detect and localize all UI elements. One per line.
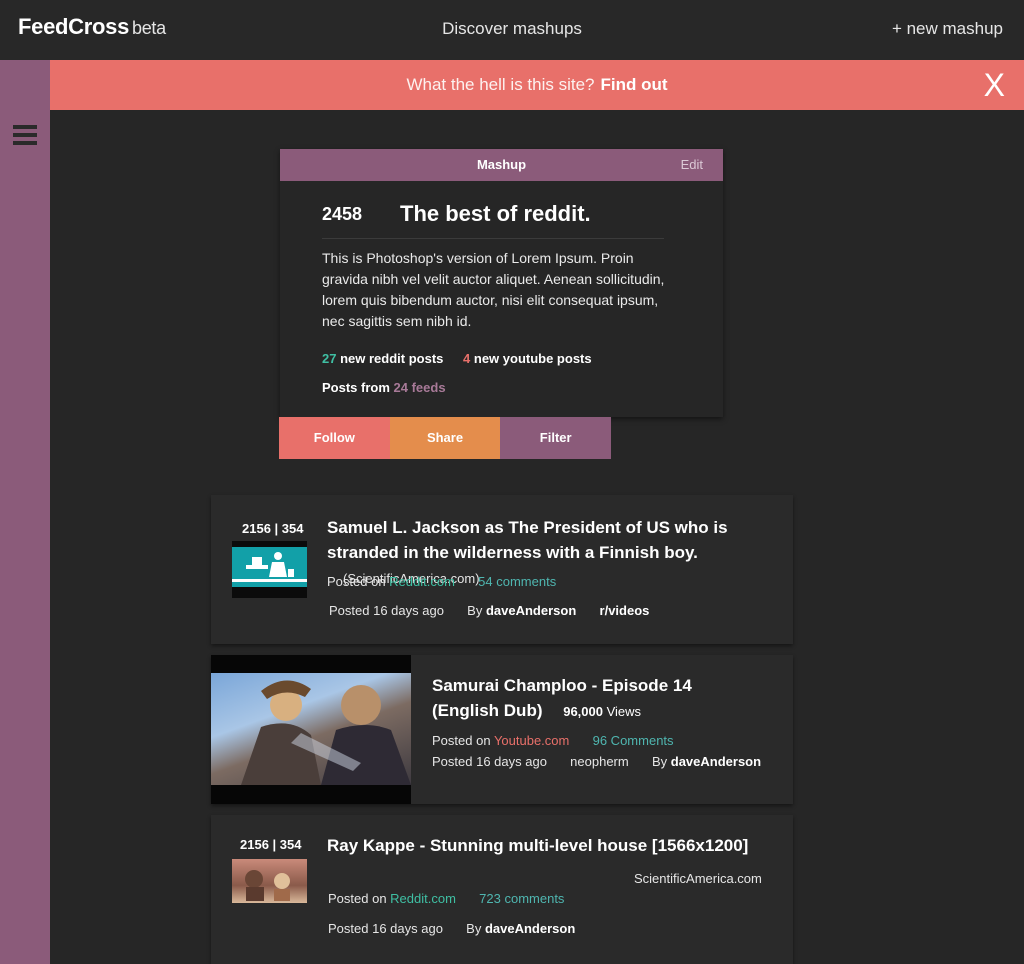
- site-link[interactable]: Reddit.com: [389, 574, 455, 589]
- by-label: By: [467, 603, 483, 618]
- mashup-actions: Follow Share Filter: [279, 417, 612, 459]
- vote-counts: 2156 | 354: [242, 521, 304, 536]
- posts-from: Posts from 24 feeds: [322, 380, 446, 395]
- posted-ago: Posted 16 days ago: [329, 603, 444, 618]
- follow-button[interactable]: Follow: [279, 417, 390, 459]
- post-thumbnail[interactable]: [232, 541, 307, 598]
- sidebar: [0, 60, 50, 964]
- mashup-score: 2458: [322, 204, 363, 224]
- close-icon[interactable]: X: [984, 60, 1005, 110]
- mashup-title-row: 2458 The best of reddit.: [322, 201, 664, 239]
- post-meta: Posted on Reddit.com 723 comments: [328, 891, 564, 906]
- vote-counts: 2156 | 354: [240, 837, 302, 852]
- post-title-line2: (English Dub): [432, 701, 543, 720]
- mashup-title: The best of reddit.: [400, 201, 591, 226]
- post-source: ScientificAmerica.com: [634, 871, 762, 886]
- new-mashup-link[interactable]: + new mashup: [892, 19, 1003, 39]
- mashup-stats: 27 new reddit posts 4 new youtube posts: [322, 351, 592, 366]
- views-label: Views: [606, 704, 642, 719]
- author-link[interactable]: daveAnderson: [671, 754, 761, 769]
- youtube-label: new youtube posts: [473, 351, 592, 366]
- discover-nav: Discover mashups: [0, 19, 1024, 39]
- posted-on-label: Posted on: [328, 891, 387, 906]
- view-count: 96,000 Views: [563, 704, 641, 719]
- mashup-card-header: Mashup Edit: [280, 149, 723, 181]
- reddit-label: new reddit posts: [340, 351, 444, 366]
- mashup-header-label: Mashup: [476, 157, 527, 172]
- feeds-link[interactable]: 24 feeds: [394, 380, 446, 395]
- feed-post: 2156 | 354 Ray Kappe - Stunning multi-le…: [211, 815, 793, 964]
- author-link[interactable]: daveAnderson: [486, 603, 576, 618]
- mashup-card: Mashup Edit 2458 The best of reddit. Thi…: [280, 149, 723, 417]
- feed-post: Samurai Champloo - Episode 14 (English D…: [211, 655, 793, 804]
- comments-link[interactable]: 723 comments: [479, 891, 564, 906]
- posted-ago: Posted 16 days ago: [328, 921, 443, 936]
- post-byline: Posted 16 days ago By daveAnderson r/vid…: [329, 603, 649, 618]
- banner-question: What the hell is this site?: [406, 75, 595, 94]
- post-meta: Posted on Youtube.com 96 Comments: [432, 733, 674, 748]
- posts-from-label: Posts from: [322, 380, 390, 395]
- top-bar: FeedCross beta Discover mashups + new mas…: [0, 0, 1024, 60]
- by-label: By: [466, 921, 482, 936]
- feed-post: 2156 | 354 Samuel L. Jackson as The Pres…: [211, 495, 793, 644]
- comments-link[interactable]: 54 comments: [478, 574, 556, 589]
- post-title-line1: Samurai Champloo - Episode 14: [432, 676, 692, 695]
- site-link[interactable]: Youtube.com: [494, 733, 569, 748]
- post-title[interactable]: Samurai Champloo - Episode 14 (English D…: [432, 673, 782, 724]
- channel-name[interactable]: neopherm: [570, 754, 629, 769]
- post-byline: Posted 16 days ago By daveAnderson: [328, 921, 575, 936]
- posted-ago: Posted 16 days ago: [432, 754, 547, 769]
- view-number: 96,000: [563, 704, 603, 719]
- posted-on-label: Posted on: [327, 574, 386, 589]
- comments-link[interactable]: 96 Comments: [593, 733, 674, 748]
- post-title-text: Samuel L. Jackson as The President of US…: [327, 518, 728, 562]
- video-thumbnail[interactable]: [211, 655, 411, 804]
- post-title[interactable]: Ray Kappe - Stunning multi-level house […: [327, 833, 777, 858]
- info-banner: What the hell is this site? Find out X: [50, 60, 1024, 110]
- by-label: By: [651, 754, 668, 769]
- share-button[interactable]: Share: [389, 417, 501, 459]
- mashup-description: This is Photoshop's version of Lorem Ips…: [322, 250, 665, 329]
- edit-link[interactable]: Edit: [681, 149, 703, 181]
- post-thumbnail[interactable]: [232, 859, 307, 903]
- reddit-count: 27: [322, 351, 337, 366]
- youtube-count: 4: [463, 351, 471, 366]
- posted-on-label: Posted on: [432, 733, 491, 748]
- site-link[interactable]: Reddit.com: [390, 891, 456, 906]
- post-meta: Posted on Reddit.com 54 comments: [327, 574, 556, 589]
- post-byline: Posted 16 days ago neopherm By daveAnder…: [432, 754, 761, 769]
- hamburger-menu-icon[interactable]: [13, 125, 37, 146]
- subreddit-link[interactable]: r/videos: [600, 603, 650, 618]
- filter-button[interactable]: Filter: [500, 417, 612, 459]
- author-link[interactable]: daveAnderson: [485, 921, 575, 936]
- discover-mashups-link[interactable]: Discover mashups: [442, 19, 582, 38]
- find-out-link[interactable]: Find out: [601, 75, 668, 94]
